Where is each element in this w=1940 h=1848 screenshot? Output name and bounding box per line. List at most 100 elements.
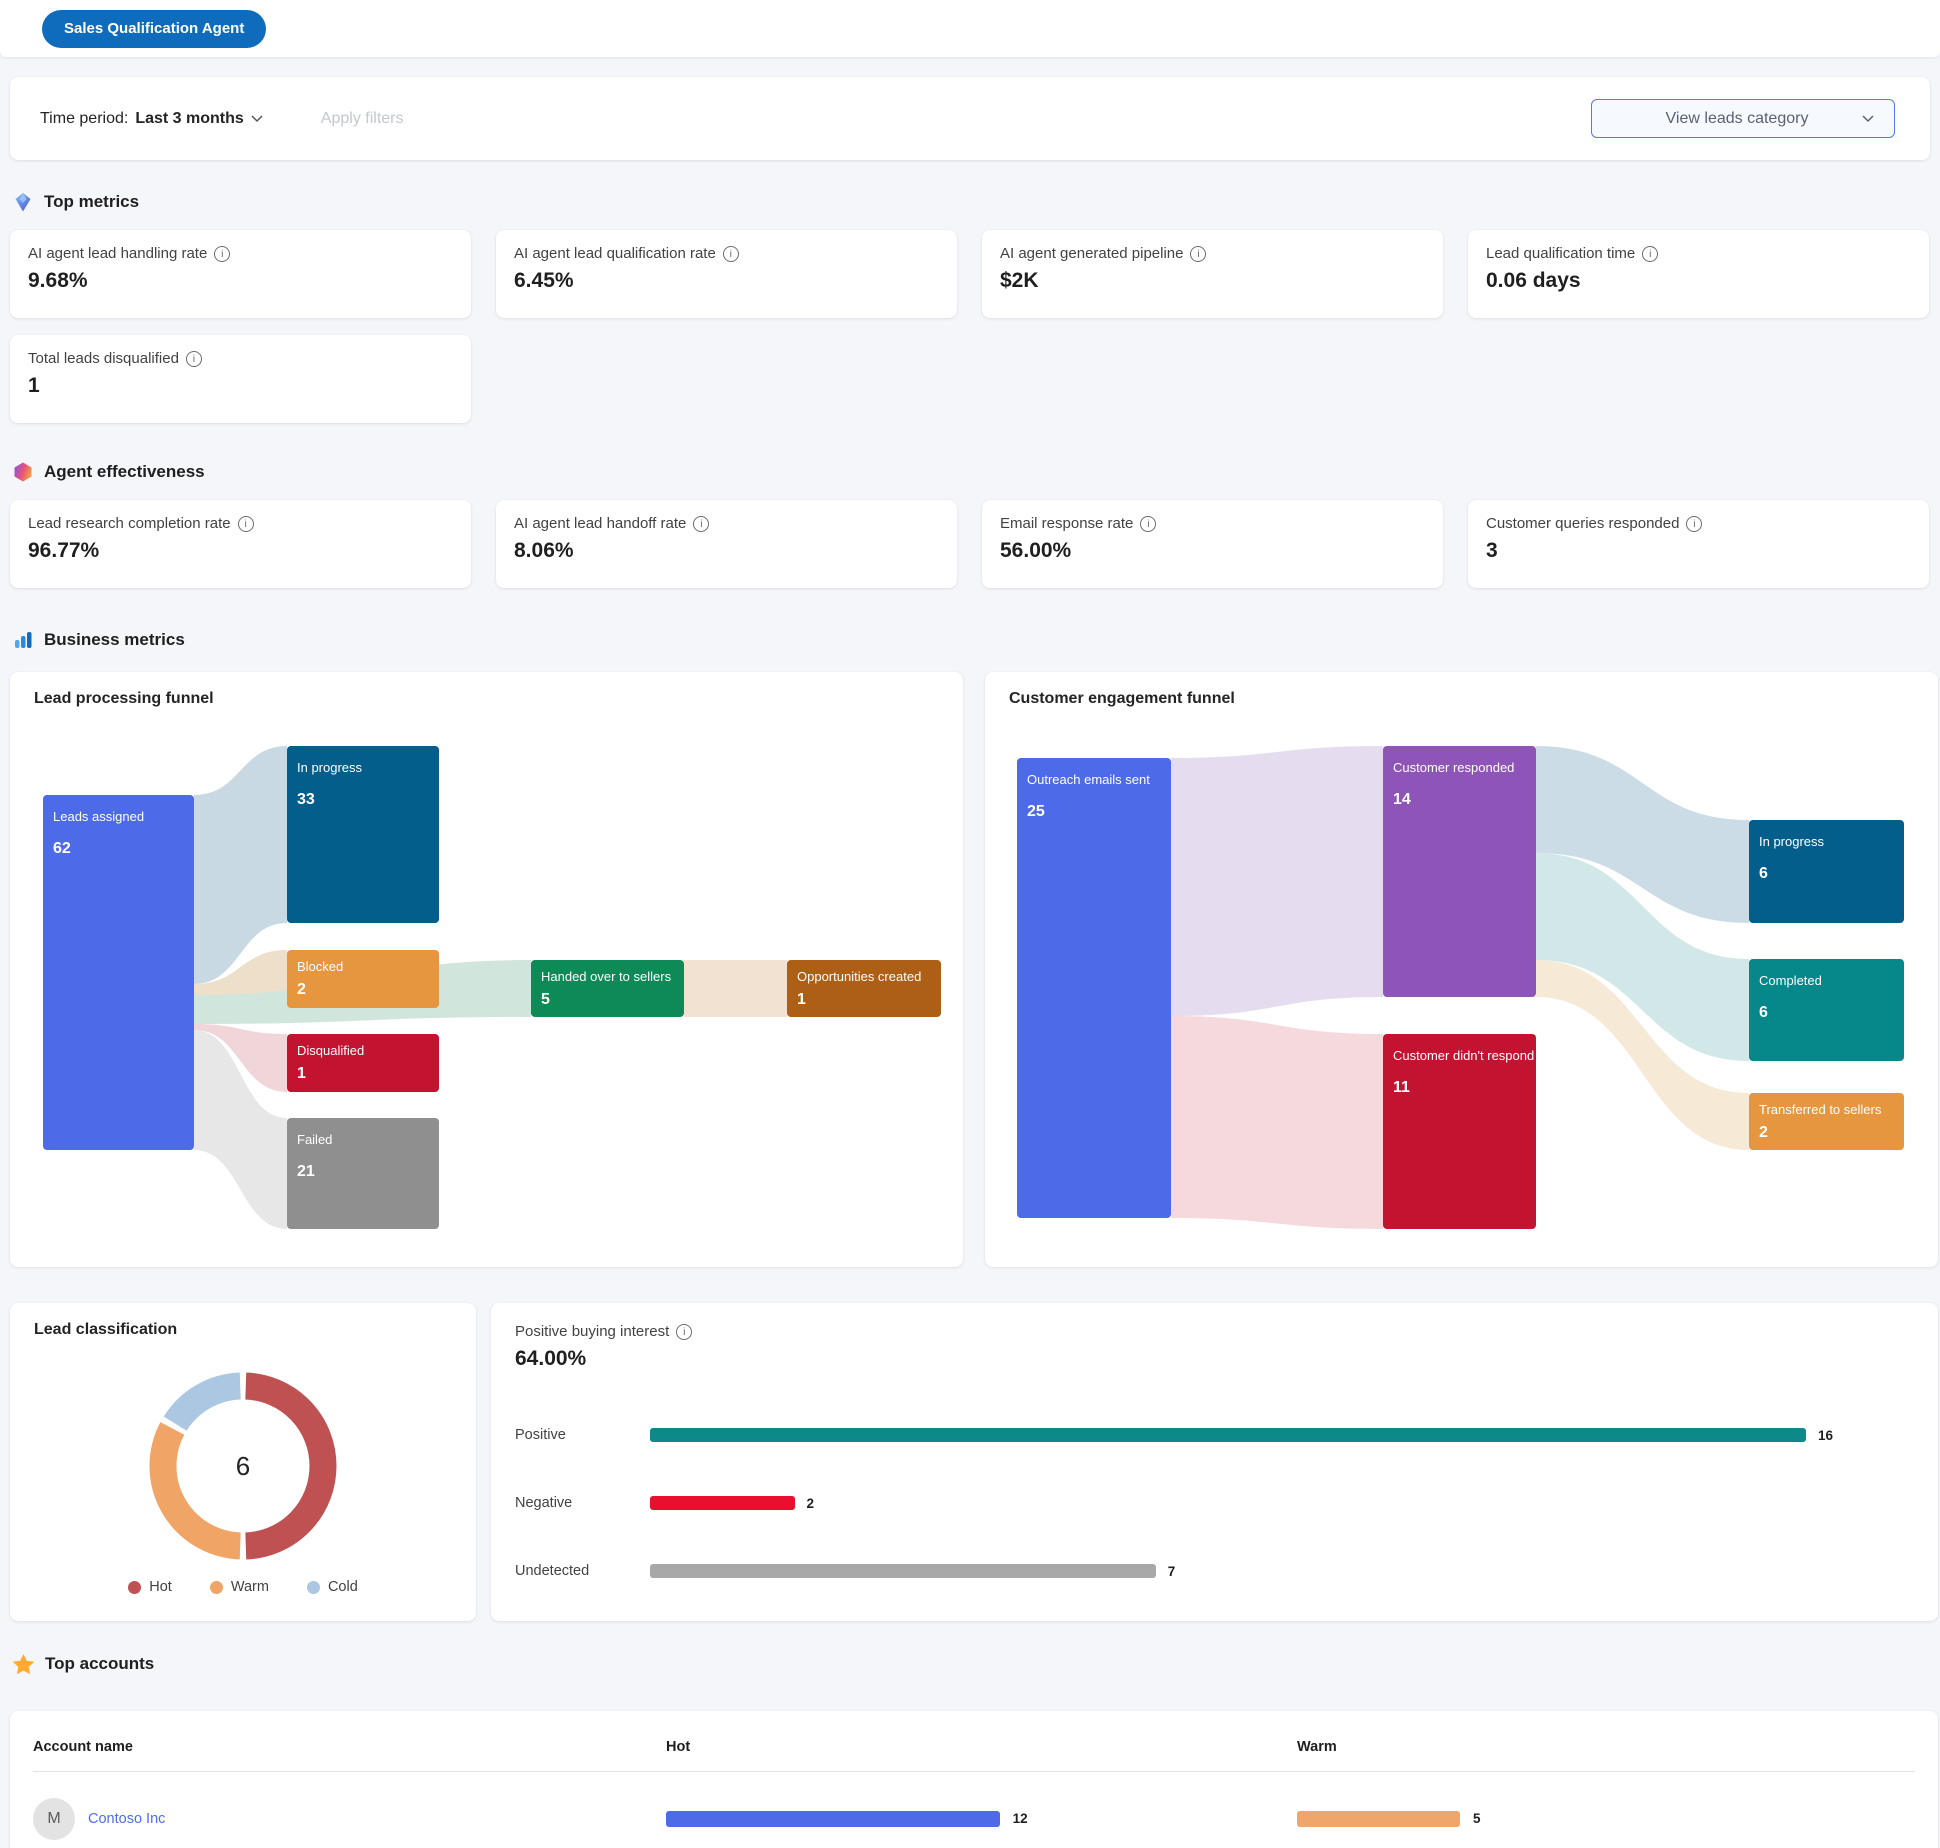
sankey-node-value: 2: [1759, 1124, 1768, 1141]
interest-bar[interactable]: [650, 1564, 1156, 1578]
metric-value: 0.06 days: [1486, 269, 1911, 293]
lead-processing-funnel-card: Lead processing funnel Leads assigned62I…: [10, 672, 963, 1267]
warm-value: 5: [1473, 1811, 1481, 1826]
filter-bar: Time period: Last 3 months Apply filters…: [10, 77, 1930, 160]
account-link-contoso[interactable]: Contoso Inc: [88, 1811, 165, 1827]
info-icon[interactable]: i: [1686, 516, 1702, 532]
bar-chart-icon: [12, 629, 34, 651]
star-icon: [12, 1653, 35, 1675]
info-icon[interactable]: i: [1642, 246, 1658, 262]
metric-value: 1: [28, 374, 453, 398]
metric-card: AI agent lead handling rate i 9.68%: [10, 230, 471, 318]
metric-label: Lead qualification time: [1486, 245, 1635, 262]
sankey-node[interactable]: [1017, 758, 1171, 1218]
customer-engagement-funnel-sankey: Outreach emails sent25Customer responded…: [985, 672, 1938, 1267]
hot-bar[interactable]: [666, 1811, 1000, 1827]
metric-value: $2K: [1000, 269, 1425, 293]
donut-segment-warm[interactable]: [163, 1428, 240, 1546]
sales-qualification-agent-button[interactable]: Sales Qualification Agent: [42, 10, 266, 48]
sankey-node-value: 1: [297, 1065, 306, 1082]
hot-value: 12: [1013, 1811, 1028, 1826]
donut-segment-hot[interactable]: [246, 1386, 323, 1546]
sankey-node[interactable]: [1383, 746, 1536, 997]
legend-item-warm[interactable]: Warm: [210, 1579, 269, 1595]
metric-value: 6.45%: [514, 269, 939, 293]
legend-label: Cold: [328, 1579, 358, 1595]
sankey-node-label: Opportunities created: [797, 969, 921, 984]
interest-row-positive: Positive 16: [515, 1425, 1833, 1445]
chevron-down-icon: [251, 115, 263, 123]
buying-interest-value: 64.00%: [515, 1347, 586, 1371]
info-icon[interactable]: i: [723, 246, 739, 262]
info-icon[interactable]: i: [1140, 516, 1156, 532]
metric-label: AI agent lead handling rate: [28, 245, 207, 262]
time-period-dropdown[interactable]: Time period: Last 3 months: [40, 110, 263, 128]
section-title: Agent effectiveness: [44, 462, 205, 482]
info-icon[interactable]: i: [214, 246, 230, 262]
metric-card: Customer queries responded i 3: [1468, 500, 1929, 588]
metric-label: Email response rate: [1000, 515, 1133, 532]
metric-label: Customer queries responded: [1486, 515, 1679, 532]
legend-dot: [307, 1581, 320, 1594]
info-icon[interactable]: i: [186, 351, 202, 367]
metric-value: 8.06%: [514, 539, 939, 563]
app-bar: Sales Qualification Agent: [0, 0, 1940, 57]
metric-label: Lead research completion rate: [28, 515, 231, 532]
warm-bar[interactable]: [1297, 1811, 1460, 1827]
metric-value: 3: [1486, 539, 1911, 563]
interest-value: 7: [1168, 1564, 1176, 1579]
interest-label: Positive: [515, 1427, 650, 1443]
sankey-node-label: Transferred to sellers: [1759, 1102, 1882, 1117]
positive-buying-interest-card: Positive buying interest i 64.00% Positi…: [491, 1303, 1938, 1621]
apply-filters-button[interactable]: Apply filters: [321, 110, 404, 128]
sankey-node-label: Handed over to sellers: [541, 969, 672, 984]
sankey-node-label: Outreach emails sent: [1027, 772, 1150, 787]
top-metrics-header: Top metrics: [12, 191, 139, 213]
interest-bar[interactable]: [650, 1496, 795, 1510]
view-leads-category-select[interactable]: View leads category: [1591, 99, 1895, 138]
sankey-node-label: Failed: [297, 1132, 332, 1147]
sankey-node-value: 21: [297, 1163, 315, 1180]
lead-processing-funnel-sankey: Leads assigned62In progress33Blocked2Dis…: [10, 672, 963, 1267]
info-icon[interactable]: i: [238, 516, 254, 532]
interest-value: 16: [1818, 1428, 1833, 1443]
sankey-node[interactable]: [1383, 1034, 1536, 1229]
sankey-node-label: Leads assigned: [53, 809, 144, 824]
interest-label: Negative: [515, 1495, 650, 1511]
legend-item-cold[interactable]: Cold: [307, 1579, 358, 1595]
top-accounts-header: Top accounts: [12, 1653, 154, 1675]
interest-bar[interactable]: [650, 1428, 1806, 1442]
legend-dot: [210, 1581, 223, 1594]
legend-label: Hot: [149, 1579, 172, 1595]
sankey-node-value: 6: [1759, 865, 1768, 882]
avatar: M: [33, 1798, 75, 1840]
sankey-node-label: Disqualified: [297, 1043, 364, 1058]
column-header-account-name: Account name: [33, 1739, 133, 1755]
metric-label: Total leads disqualified: [28, 350, 179, 367]
sankey-node-label: Customer didn't respond: [1393, 1048, 1534, 1063]
interest-label: Undetected: [515, 1563, 650, 1579]
info-icon[interactable]: i: [693, 516, 709, 532]
legend-item-hot[interactable]: Hot: [128, 1579, 172, 1595]
sankey-node-value: 62: [53, 840, 71, 857]
legend-dot: [128, 1581, 141, 1594]
time-period-label: Time period:: [40, 110, 128, 128]
agent-effectiveness-cards: Lead research completion rate i 96.77% A…: [10, 500, 1934, 588]
info-icon[interactable]: i: [676, 1324, 692, 1340]
agent-effectiveness-header: Agent effectiveness: [12, 461, 205, 483]
sankey-node-label: In progress: [1759, 834, 1825, 849]
metric-card: Lead qualification time i 0.06 days: [1468, 230, 1929, 318]
info-icon[interactable]: i: [1190, 246, 1206, 262]
gem-icon: [12, 191, 34, 213]
column-header-warm: Warm: [1297, 1739, 1337, 1755]
chevron-down-icon: [1862, 115, 1874, 123]
donut-segment-cold[interactable]: [175, 1386, 240, 1424]
chart-title: Customer engagement funnel: [1009, 690, 1235, 708]
sankey-flow: [1171, 1016, 1383, 1229]
section-title: Top metrics: [44, 192, 139, 212]
sankey-node-label: In progress: [297, 760, 363, 775]
donut-center-value: 6: [236, 1451, 250, 1481]
divider: [33, 1771, 1915, 1772]
sankey-node-value: 33: [297, 791, 315, 808]
sankey-node-value: 5: [541, 991, 550, 1008]
